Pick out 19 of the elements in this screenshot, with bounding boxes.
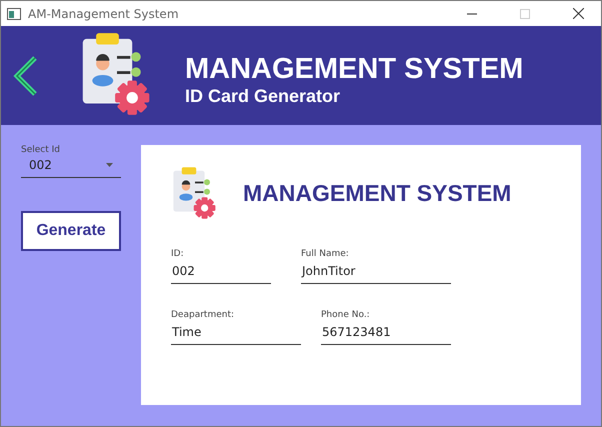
field-label: Phone No.: — [321, 310, 371, 320]
close-icon — [572, 8, 584, 19]
dropdown-icon — [106, 163, 113, 167]
window-title: AM-Management System — [28, 6, 180, 20]
id-select[interactable]: 002 — [21, 155, 121, 178]
select-label: Select Id — [21, 145, 61, 155]
field-value: JohnTitor — [301, 259, 451, 284]
header-subtitle: ID Card Generator — [185, 86, 342, 107]
field-label: ID: — [171, 249, 185, 259]
field-value: 002 — [171, 259, 271, 284]
generate-button[interactable]: Generate — [21, 211, 121, 251]
maximize-icon — [520, 8, 530, 18]
field-label: Full Name: — [301, 249, 350, 259]
card-title: MANAGEMENT SYSTEM — [243, 180, 512, 206]
field-label: Deapartment: — [171, 310, 236, 320]
app-icon — [7, 8, 21, 20]
field-value: Time — [171, 320, 301, 345]
field-value: 567123481 — [321, 320, 451, 345]
header-title: MANAGEMENT SYSTEM — [185, 54, 524, 86]
